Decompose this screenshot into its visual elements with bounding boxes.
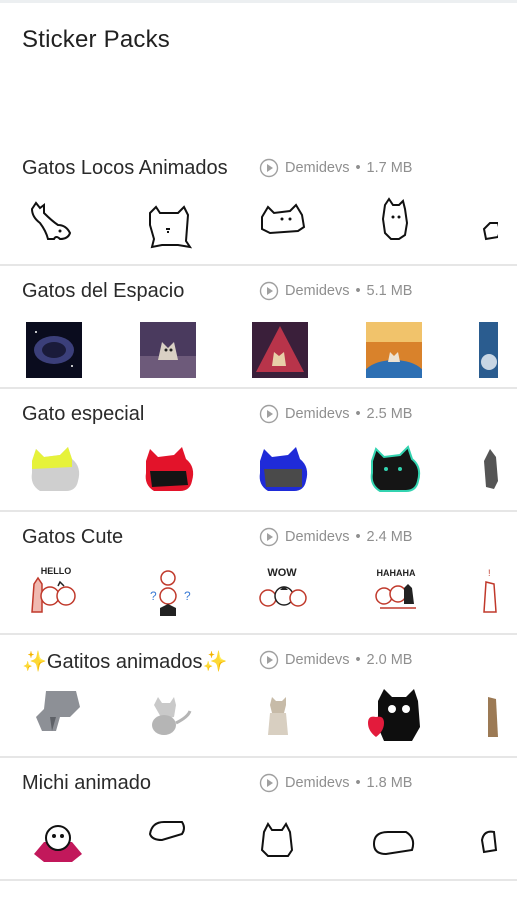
sticker-text: HELLO bbox=[41, 566, 72, 576]
cute-cat-sticker: ! bbox=[480, 564, 498, 628]
kitten-sticker bbox=[26, 687, 90, 751]
michi-sticker bbox=[478, 810, 498, 874]
animated-play-icon bbox=[259, 650, 279, 670]
pack-meta: Demidevs • 2.5 MB bbox=[259, 404, 412, 424]
pack-name: Gato especial bbox=[22, 403, 145, 425]
app-header: Sticker Packs bbox=[0, 0, 517, 150]
sticker-pack-item[interactable]: Gatos del Espacio Demidevs • 5.1 MB bbox=[0, 266, 517, 389]
sticker-preview-row bbox=[0, 810, 517, 876]
sticker-preview-row bbox=[0, 687, 517, 753]
page-title: Sticker Packs bbox=[22, 26, 170, 53]
pack-name: ✨Gatitos animados✨ bbox=[22, 651, 228, 673]
space-cat-sticker bbox=[26, 322, 82, 378]
pack-size: 2.4 MB bbox=[366, 529, 413, 545]
sticker-preview-row bbox=[0, 195, 517, 261]
cute-cat-sticker: HAHAHA bbox=[366, 564, 430, 628]
animated-play-icon bbox=[259, 404, 279, 424]
pack-publisher: Demidevs bbox=[285, 160, 350, 176]
sticker-pack-item[interactable]: Michi animado Demidevs • 1.8 MB bbox=[0, 758, 517, 881]
doodle-cat-sticker bbox=[138, 195, 202, 259]
sticker-preview-row: HELLO ?? WOW HAHAHA ! bbox=[0, 564, 517, 630]
space-cat-sticker bbox=[479, 322, 498, 378]
pack-name: Michi animado bbox=[22, 772, 151, 794]
pack-size: 2.5 MB bbox=[366, 406, 413, 422]
cute-cat-sticker: WOW bbox=[252, 564, 316, 628]
pack-meta: Demidevs • 1.8 MB bbox=[259, 773, 412, 793]
pack-meta: Demidevs • 2.0 MB bbox=[259, 650, 412, 670]
animated-play-icon bbox=[259, 773, 279, 793]
animated-play-icon bbox=[259, 158, 279, 178]
colored-cat-sticker bbox=[140, 441, 204, 505]
doodle-cat-sticker bbox=[252, 195, 316, 259]
pack-publisher: Demidevs bbox=[285, 529, 350, 545]
sticker-pack-item[interactable]: Gato especial Demidevs • 2.5 MB bbox=[0, 389, 517, 512]
pack-size: 1.7 MB bbox=[366, 160, 413, 176]
colored-cat-sticker bbox=[480, 441, 498, 505]
kitten-sticker bbox=[140, 687, 204, 751]
pack-size: 2.0 MB bbox=[366, 652, 413, 668]
pack-publisher: Demidevs bbox=[285, 406, 350, 422]
michi-sticker bbox=[26, 810, 90, 874]
doodle-cat-sticker bbox=[365, 195, 429, 259]
sticker-pack-item[interactable]: ✨Gatitos animados✨ Demidevs • 2.0 MB bbox=[0, 635, 517, 758]
pack-size: 1.8 MB bbox=[366, 775, 413, 791]
pack-meta: Demidevs • 5.1 MB bbox=[259, 281, 412, 301]
doodle-cat-sticker bbox=[22, 195, 86, 259]
pack-meta: Demidevs • 1.7 MB bbox=[259, 158, 412, 178]
sticker-text: WOW bbox=[267, 567, 297, 579]
colored-cat-sticker bbox=[366, 441, 430, 505]
space-cat-sticker bbox=[366, 322, 422, 378]
animated-play-icon bbox=[259, 281, 279, 301]
space-cat-sticker bbox=[252, 322, 308, 378]
sticker-text: HAHAHA bbox=[377, 568, 416, 578]
sticker-preview-row bbox=[0, 318, 517, 384]
pack-size: 5.1 MB bbox=[366, 283, 413, 299]
svg-text:?: ? bbox=[184, 589, 191, 603]
svg-text:?: ? bbox=[150, 589, 157, 603]
pack-name: Gatos Locos Animados bbox=[22, 157, 228, 179]
sticker-preview-row bbox=[0, 441, 517, 507]
kitten-sticker bbox=[366, 687, 430, 751]
kitten-sticker bbox=[254, 687, 318, 751]
svg-text:!: ! bbox=[488, 568, 491, 578]
cute-cat-sticker: ?? bbox=[138, 564, 202, 628]
michi-sticker bbox=[142, 810, 206, 874]
pack-publisher: Demidevs bbox=[285, 652, 350, 668]
sticker-pack-item-partial[interactable] bbox=[0, 881, 517, 921]
cute-cat-sticker: HELLO bbox=[24, 564, 88, 628]
colored-cat-sticker bbox=[254, 441, 318, 505]
animated-play-icon bbox=[259, 527, 279, 547]
colored-cat-sticker bbox=[26, 441, 90, 505]
doodle-cat-sticker bbox=[476, 195, 498, 259]
pack-name: Gatos del Espacio bbox=[22, 280, 185, 302]
pack-meta: Demidevs • 2.4 MB bbox=[259, 527, 412, 547]
michi-sticker bbox=[254, 810, 318, 874]
sticker-pack-item[interactable]: Gatos Cute Demidevs • 2.4 MB HELLO ?? WO… bbox=[0, 512, 517, 635]
pack-publisher: Demidevs bbox=[285, 283, 350, 299]
pack-name: Gatos Cute bbox=[22, 526, 124, 548]
kitten-sticker bbox=[484, 687, 498, 751]
michi-sticker bbox=[366, 810, 430, 874]
pack-publisher: Demidevs bbox=[285, 775, 350, 791]
sticker-pack-list[interactable]: Gatos Locos Animados Demidevs • 1.7 MB G… bbox=[0, 143, 517, 921]
space-cat-sticker bbox=[140, 322, 196, 378]
sticker-pack-item[interactable]: Gatos Locos Animados Demidevs • 1.7 MB bbox=[0, 143, 517, 266]
